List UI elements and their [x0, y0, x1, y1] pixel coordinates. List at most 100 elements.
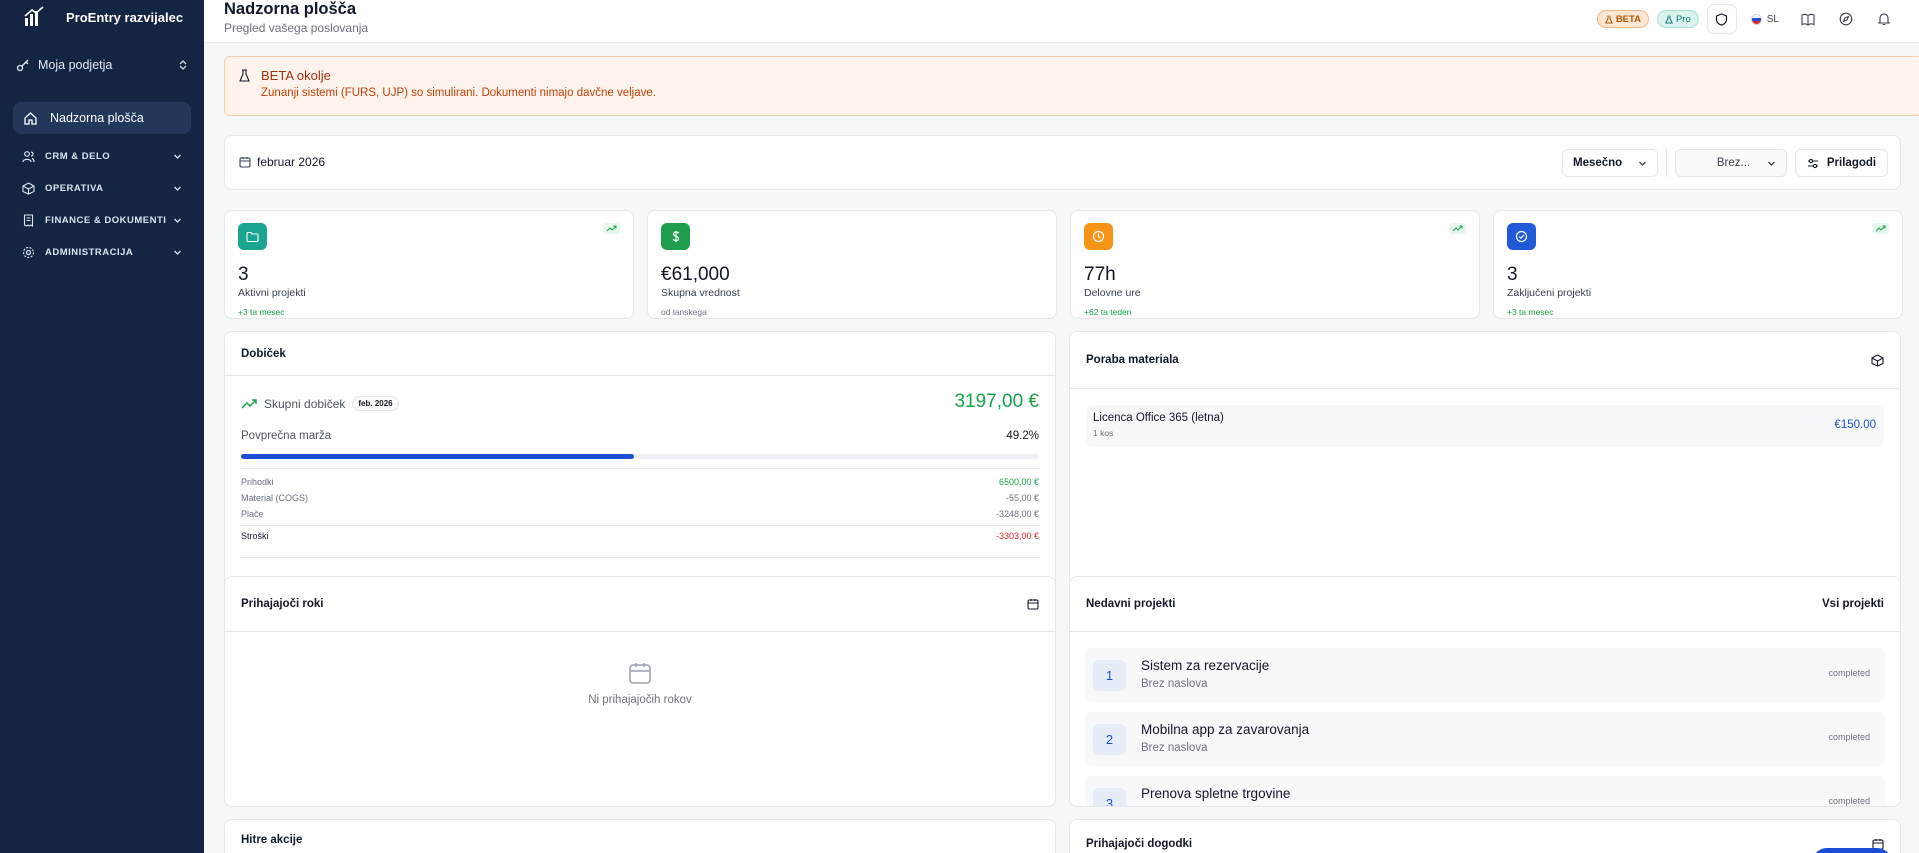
calendar-empty-icon: [629, 663, 651, 684]
panel-title: Hitre akcije: [241, 834, 303, 846]
project-title: Prenova spletne trgovine: [1141, 786, 1291, 801]
package-icon[interactable]: [1871, 353, 1884, 367]
stat-label: Zaključeni projekti: [1507, 287, 1592, 299]
material-name: Licenca Office 365 (letna): [1093, 412, 1224, 424]
trend-up-icon: [1449, 223, 1466, 234]
project-title: Sistem za rezervacije: [1141, 658, 1270, 673]
main-content: BETA okolje Zunanji sistemi (FURS, UJP) …: [204, 44, 1919, 853]
stat-card-total-value[interactable]: €61,000 Skupna vrednost od lanskega: [647, 210, 1057, 319]
all-projects-link[interactable]: Vsi projekti: [1822, 598, 1884, 610]
period-select[interactable]: Mesečno: [1562, 149, 1658, 177]
sidebar-section-label: OPERATIVA: [45, 182, 104, 194]
book-icon: [1801, 13, 1815, 26]
panel-title: Dobiček: [241, 347, 286, 360]
sidebar-section-operativa[interactable]: OPERATIVA: [0, 172, 204, 204]
flask-icon: [1604, 15, 1613, 23]
stat-label: Delovne ure: [1084, 287, 1141, 299]
project-status: completed: [1828, 732, 1870, 742]
brand[interactable]: ProEntry razvijalec: [0, 0, 204, 34]
project-subtitle: Brez naslova: [1141, 742, 1208, 754]
trend-up-icon: [1872, 223, 1889, 234]
panel-title: Prihajajoči dogodki: [1086, 838, 1193, 850]
stat-card-work-hours[interactable]: 77h Delovne ure +62 ta teden: [1070, 210, 1480, 319]
company-switcher[interactable]: Moja podjetja: [0, 54, 204, 76]
docs-button[interactable]: [1793, 5, 1823, 33]
row-value: -3303,00 €: [995, 530, 1039, 541]
project-item[interactable]: 1 Sistem za rezervacije Brez naslova com…: [1085, 648, 1885, 702]
sidebar-item-dashboard[interactable]: Nadzorna plošča: [13, 102, 191, 134]
upcoming-events-panel: Prihajajoči dogodki: [1069, 819, 1901, 853]
date-label: februar 2026: [257, 155, 326, 169]
beta-notice-title: BETA okolje: [261, 68, 331, 83]
filter-select-value: Brez...: [1716, 157, 1751, 169]
explore-button[interactable]: [1831, 5, 1861, 33]
trending-up-icon: [241, 398, 257, 408]
key-icon: [16, 59, 29, 72]
floating-action-button[interactable]: [1812, 848, 1892, 853]
row-label: Prihodki: [241, 477, 274, 487]
material-price: €150.00: [1834, 419, 1876, 431]
project-status: completed: [1828, 796, 1870, 806]
chevron-down-icon: [1768, 161, 1775, 166]
profit-total: 3197,00 €: [954, 391, 1039, 412]
row-label: Stroški: [241, 530, 269, 541]
sidebar-section-crm[interactable]: CRM & DELO: [0, 140, 204, 172]
stat-value: 3: [1507, 264, 1518, 285]
chevrons-updown-icon: [179, 60, 187, 70]
stat-label: Aktivni projekti: [238, 287, 306, 299]
plan-badge-label: Pro: [1675, 13, 1691, 25]
stat-note: +62 ta teden: [1084, 307, 1132, 317]
toolbar-divider: [1666, 149, 1667, 177]
recent-projects-panel: Nedavni projekti Vsi projekti 1 Sistem z…: [1069, 576, 1901, 807]
stat-note: +3 ta mesec: [238, 307, 285, 317]
margin-progress-bar: [241, 454, 1039, 459]
panel-title: Poraba materiala: [1086, 354, 1179, 366]
security-button[interactable]: [1706, 4, 1737, 34]
panel-title: Nedavni projekti: [1086, 598, 1176, 610]
project-item[interactable]: 2 Mobilna app za zavarovanja Brez naslov…: [1085, 712, 1885, 766]
material-qty: 1 kos: [1093, 428, 1114, 438]
dashboard-toolbar: februar 2026 Mesečno Brez... Prilagodi: [224, 135, 1901, 190]
project-subtitle: Brez naslova: [1141, 678, 1208, 690]
language-switcher[interactable]: SL: [1745, 13, 1785, 25]
notifications-button[interactable]: [1869, 5, 1899, 33]
gear-icon: [22, 246, 35, 258]
beta-notice: BETA okolje Zunanji sistemi (FURS, UJP) …: [224, 56, 1919, 116]
chevron-down-icon: [1639, 161, 1646, 166]
company-label: Moja podjetja: [38, 58, 113, 72]
project-item[interactable]: 3 Prenova spletne trgovine completed: [1085, 776, 1885, 806]
chevron-down-icon: [174, 186, 181, 191]
flask-icon: [1664, 15, 1673, 23]
calendar-icon: [239, 157, 251, 168]
row-label: Material (COGS): [241, 493, 309, 503]
profit-total-label: Skupni dobiček: [264, 396, 346, 411]
filter-select[interactable]: Brez...: [1675, 149, 1787, 177]
bell-icon: [1877, 13, 1891, 26]
sidebar-section-finance[interactable]: FINANCE & DOKUMENTI: [0, 204, 204, 236]
chevron-down-icon: [174, 250, 181, 255]
dollar-icon: [661, 223, 690, 250]
project-number: 2: [1093, 724, 1126, 755]
material-item[interactable]: Licenca Office 365 (letna) 1 kos €150.00: [1086, 405, 1884, 447]
chevron-down-icon: [174, 218, 181, 223]
row-value: 6500,00 €: [998, 477, 1039, 487]
box-icon: [22, 181, 35, 195]
beta-notice-text: Zunanji sistemi (FURS, UJP) so simuliran…: [261, 87, 656, 99]
deadlines-panel: Prihajajoči roki Ni prihajajočih rokov: [224, 576, 1056, 807]
date-picker[interactable]: februar 2026: [239, 155, 325, 169]
stat-card-completed-projects[interactable]: 3 Zaključeni projekti +3 ta mesec: [1493, 210, 1903, 319]
language-label: SL: [1766, 13, 1779, 25]
customize-button[interactable]: Prilagodi: [1795, 149, 1888, 177]
row-label: Plače: [241, 509, 264, 519]
shield-icon: [1716, 12, 1728, 26]
beta-badge-label: BETA: [1615, 13, 1641, 25]
margin-progress-fill: [241, 454, 634, 459]
project-number: 1: [1093, 660, 1126, 691]
project-status: completed: [1828, 668, 1870, 678]
check-circle-icon: [1507, 223, 1536, 250]
stat-card-active-projects[interactable]: 3 Aktivni projekti +3 ta mesec: [224, 210, 634, 319]
calendar-icon[interactable]: [1027, 598, 1039, 610]
sliders-icon: [1807, 158, 1818, 168]
folder-icon: [238, 223, 267, 250]
sidebar-section-admin[interactable]: ADMINISTRACIJA: [0, 236, 204, 268]
